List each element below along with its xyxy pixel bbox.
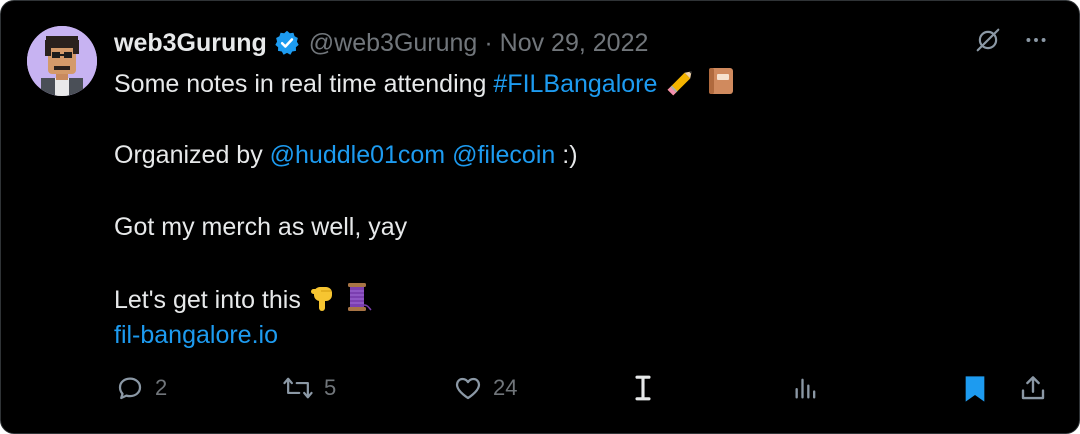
tweet-line-2: Organized by @huddle01com @filecoin :) <box>114 137 737 173</box>
retweet-icon <box>282 373 314 403</box>
tweet-date[interactable]: Nov 29, 2022 <box>500 29 649 58</box>
mention-huddle01com[interactable]: @huddle01com <box>270 141 446 169</box>
bookmark-button[interactable] <box>961 373 989 405</box>
like-button[interactable]: 24 <box>453 373 517 403</box>
external-link-text[interactable]: fil-bangalore.io <box>114 321 278 349</box>
tweet-line-1-text: Some notes in real time attending <box>114 70 494 98</box>
tweet-line-4-text: Let's get into this <box>114 286 301 314</box>
author-name[interactable]: web3Gurung <box>114 29 267 58</box>
read-mode-button[interactable] <box>631 373 655 403</box>
avatar[interactable] <box>27 26 97 96</box>
pointing-down-icon <box>308 283 336 323</box>
more-icon[interactable] <box>1023 27 1049 58</box>
thread-spool-icon <box>343 281 373 323</box>
tweet-line-2-suffix: :) <box>555 141 578 169</box>
pencil-icon <box>664 67 698 107</box>
tweet-line-1: Some notes in real time attending #FILBa… <box>114 65 737 101</box>
tweet-action-bar: 2 5 24 <box>1 373 1079 409</box>
bookmark-icon <box>961 373 989 405</box>
reply-icon <box>115 373 145 403</box>
tweet-text: Some notes in real time attending #FILBa… <box>114 65 737 353</box>
share-icon <box>1018 373 1048 403</box>
retweet-count: 5 <box>324 375 337 400</box>
tweet-line-3: Got my merch as well, yay <box>114 213 408 241</box>
tweet-line-4: Let's get into this <box>114 281 737 317</box>
grok-icon[interactable] <box>975 27 1001 58</box>
hashtag-link[interactable]: #FILBangalore <box>493 70 657 98</box>
read-mode-icon <box>631 373 655 403</box>
tweet-line-2-text: Organized by <box>114 141 270 169</box>
views-icon <box>792 373 820 403</box>
author-handle[interactable]: @web3Gurung <box>309 29 478 58</box>
tweet-card: web3Gurung @web3Gurung · Nov 29, 2022 So… <box>0 0 1080 434</box>
tweet-top-actions <box>975 27 1049 58</box>
separator-dot: · <box>484 28 493 57</box>
tweet-header: web3Gurung @web3Gurung · Nov 29, 2022 <box>114 25 648 61</box>
views-button[interactable] <box>792 373 820 403</box>
verified-badge-icon[interactable] <box>273 29 301 57</box>
notebook-icon <box>705 65 737 107</box>
share-button[interactable] <box>1018 373 1048 403</box>
like-icon <box>453 373 483 403</box>
external-link[interactable]: fil-bangalore.io <box>114 317 737 353</box>
retweet-button[interactable]: 5 <box>282 373 336 403</box>
reply-button[interactable]: 2 <box>115 373 167 403</box>
mention-filecoin[interactable]: @filecoin <box>452 141 555 169</box>
like-count: 24 <box>493 375 518 400</box>
reply-count: 2 <box>155 375 168 400</box>
